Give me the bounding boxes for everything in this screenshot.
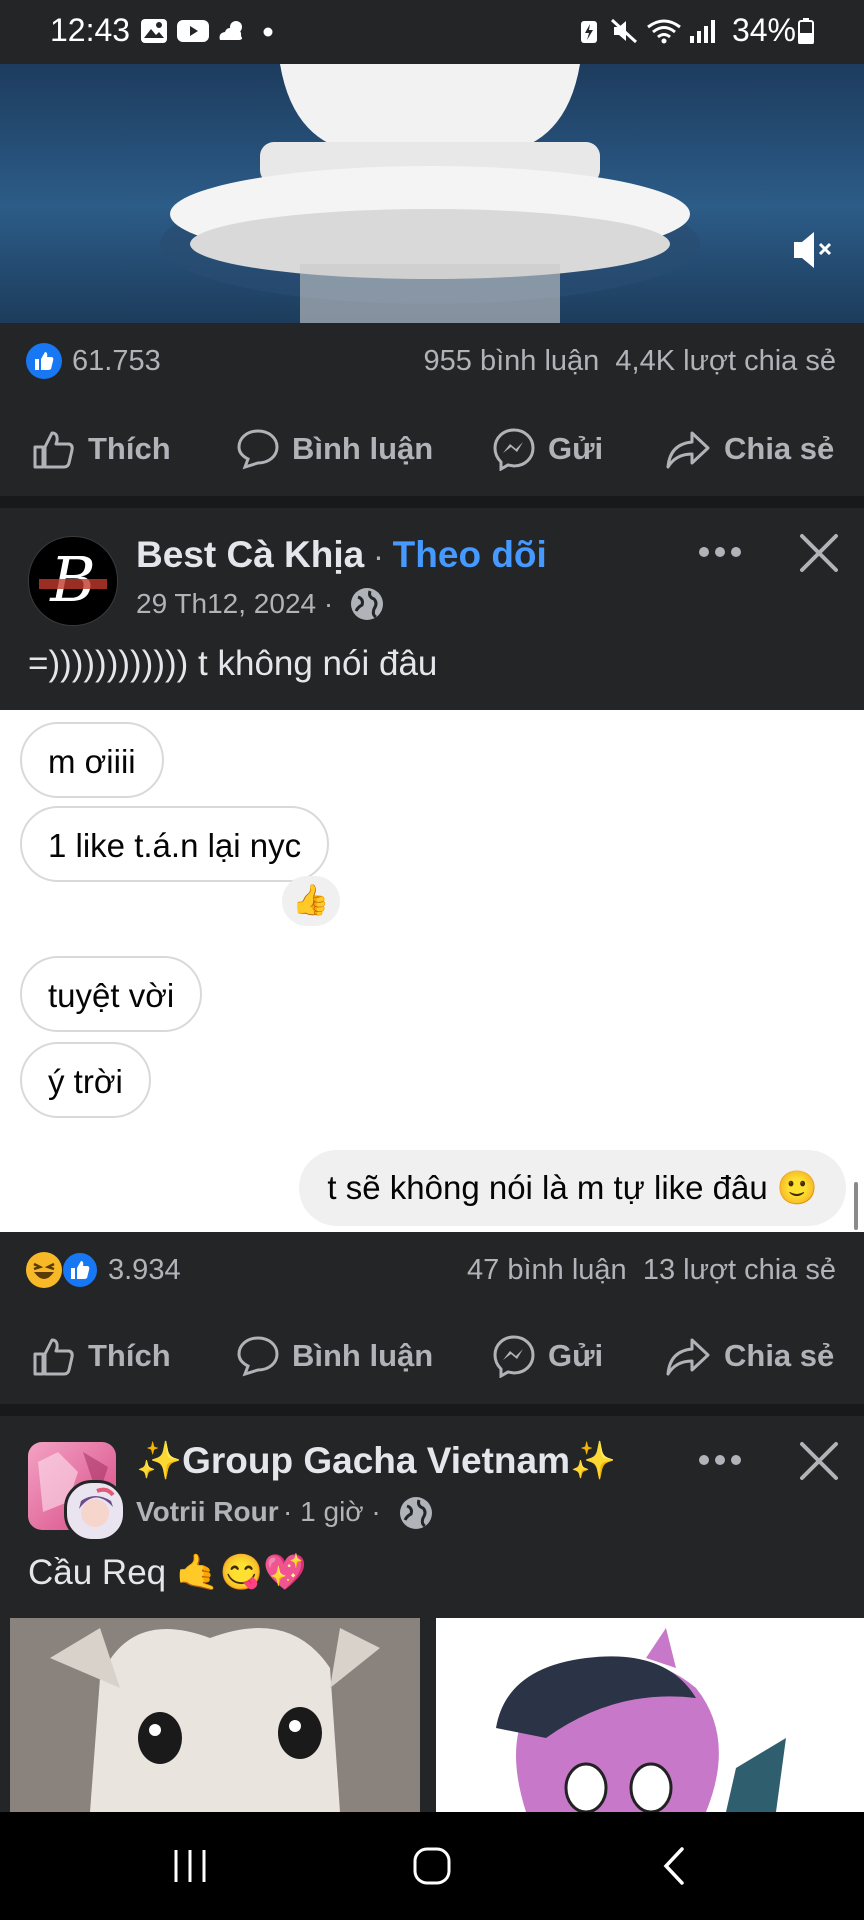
chat-bubble-sent: t sẽ không nói là m tự like đâu 🙂 <box>299 1150 846 1226</box>
comment-label: Bình luận <box>292 431 434 466</box>
chat-bubble: tuyệt vời <box>20 956 203 1032</box>
post3-image-left[interactable] <box>10 1618 420 1812</box>
globe-icon <box>400 1497 432 1529</box>
post-separator <box>0 1404 864 1416</box>
messenger-icon <box>493 1335 535 1378</box>
chat-bubble: m ơiiii <box>20 722 164 798</box>
bubble-reaction: 👍 <box>282 876 340 926</box>
dot-icon <box>263 27 273 37</box>
page-avatar[interactable]: B <box>28 536 118 626</box>
post2-engagement: 47 bình luận 13 lượt chia sẻ <box>467 1254 836 1287</box>
comment-icon <box>237 429 279 470</box>
chat-scrollbar <box>854 1182 858 1230</box>
post1-engagement: 955 bình luận 4,4K lượt chia sẻ <box>424 345 837 378</box>
post3-image-right[interactable] <box>436 1618 864 1812</box>
recent-apps-icon[interactable] <box>170 1848 210 1884</box>
battery-percent: 34% <box>731 12 796 48</box>
reaction-count[interactable]: 3.934 <box>108 1254 181 1287</box>
globe-icon <box>351 588 383 620</box>
share-count[interactable]: 13 lượt chia sẻ <box>643 1254 836 1286</box>
dog-photo <box>10 1618 420 1812</box>
weather-icon <box>219 21 242 40</box>
post-time[interactable]: · 1 giờ · <box>283 1496 381 1527</box>
mute-video-icon[interactable] <box>790 228 838 272</box>
post2-actions: Thích Bình luận Gửi Chia sẻ <box>0 1312 864 1400</box>
back-icon[interactable] <box>660 1846 688 1886</box>
send-label: Gửi <box>548 1338 604 1373</box>
share-icon <box>666 1338 710 1376</box>
post-separator <box>0 496 864 508</box>
author-avatar[interactable] <box>64 1480 126 1542</box>
share-icon <box>666 431 710 469</box>
chat-bubble: 1 like t.á.n lại nyc <box>20 806 330 882</box>
post2-caption: =)))))))))))) t không nói đâu <box>28 644 438 683</box>
page-name[interactable]: Best Cà Khịa <box>136 534 364 575</box>
chat-bubble: ý trời <box>20 1042 151 1118</box>
send-button[interactable]: Gửi <box>492 425 603 473</box>
dot-separator: · <box>364 538 393 574</box>
reaction-count[interactable]: 61.753 <box>72 345 161 378</box>
messenger-icon <box>493 428 535 471</box>
post3-meta: Votrii Rour · 1 giờ · <box>136 1496 381 1528</box>
comment-count[interactable]: 47 bình luận <box>467 1254 627 1286</box>
like-label: Thích <box>88 1338 171 1373</box>
thumbs-up-icon <box>33 1338 74 1376</box>
share-button[interactable]: Chia sẻ <box>664 425 834 473</box>
post1-stats: 61.753 955 bình luận 4,4K lượt chia sẻ <box>0 323 864 403</box>
post2-image[interactable]: m ơiiii 1 like t.á.n lại nyc 👍 tuyệt vời… <box>0 710 864 1232</box>
battery-saver-icon <box>581 21 597 43</box>
haha-reaction-icon <box>26 1252 62 1288</box>
post2-meta: 29 Th12, 2024 · <box>136 588 333 620</box>
post2-stats: 3.934 47 bình luận 13 lượt chia sẻ <box>0 1232 864 1312</box>
like-label: Thích <box>88 431 171 466</box>
home-icon[interactable] <box>412 1846 452 1886</box>
comment-label: Bình luận <box>292 1338 434 1373</box>
close-icon[interactable] <box>798 532 840 574</box>
share-count[interactable]: 4,4K lượt chia sẻ <box>615 345 836 377</box>
comment-button[interactable]: Bình luận <box>236 1332 433 1380</box>
follow-button[interactable]: Theo dõi <box>393 534 547 575</box>
comment-count[interactable]: 955 bình luận <box>424 345 600 377</box>
like-reaction-icon <box>26 343 62 379</box>
group-name[interactable]: ✨Group Gacha Vietnam✨ <box>136 1440 616 1481</box>
thumbs-up-icon <box>33 431 74 469</box>
post-date[interactable]: 29 Th12, 2024 · <box>136 588 333 619</box>
share-button[interactable]: Chia sẻ <box>664 1332 834 1380</box>
mute-icon <box>610 18 638 44</box>
more-options-icon[interactable] <box>696 1448 744 1472</box>
gacha-character-art <box>436 1618 864 1812</box>
video-frame <box>160 64 700 323</box>
battery-icon <box>798 18 814 44</box>
like-reaction-icon <box>62 1252 98 1288</box>
like-button[interactable]: Thích <box>32 425 171 473</box>
comment-button[interactable]: Bình luận <box>236 425 433 473</box>
close-icon[interactable] <box>798 1440 840 1482</box>
gallery-icon <box>141 19 167 43</box>
post3-header-line: ✨Group Gacha Vietnam✨ <box>136 1440 616 1483</box>
comment-icon <box>237 1336 279 1377</box>
more-options-icon[interactable] <box>696 540 744 564</box>
send-label: Gửi <box>548 431 604 466</box>
like-button[interactable]: Thích <box>32 1332 171 1380</box>
system-navigation-bar <box>0 1812 864 1920</box>
signal-icon <box>690 20 715 43</box>
post2-header-line: Best Cà Khịa · Theo dõi <box>136 534 547 576</box>
send-button[interactable]: Gửi <box>492 1332 603 1380</box>
status-time: 12:43 <box>50 12 131 48</box>
youtube-icon <box>177 20 209 42</box>
page-logo: B <box>39 543 107 616</box>
author-name[interactable]: Votrii Rour <box>136 1496 279 1527</box>
post1-actions: Thích Bình luận Gửi Chia sẻ <box>0 405 864 493</box>
share-label: Chia sẻ <box>724 431 835 466</box>
wifi-icon <box>647 19 681 44</box>
share-label: Chia sẻ <box>724 1338 835 1373</box>
post3-caption: Cầu Req 🤙😋💖 <box>28 1553 307 1592</box>
author-avatar-art <box>79 1487 115 1527</box>
video-player[interactable] <box>0 64 864 323</box>
status-bar: 12:43 34% <box>0 0 864 64</box>
